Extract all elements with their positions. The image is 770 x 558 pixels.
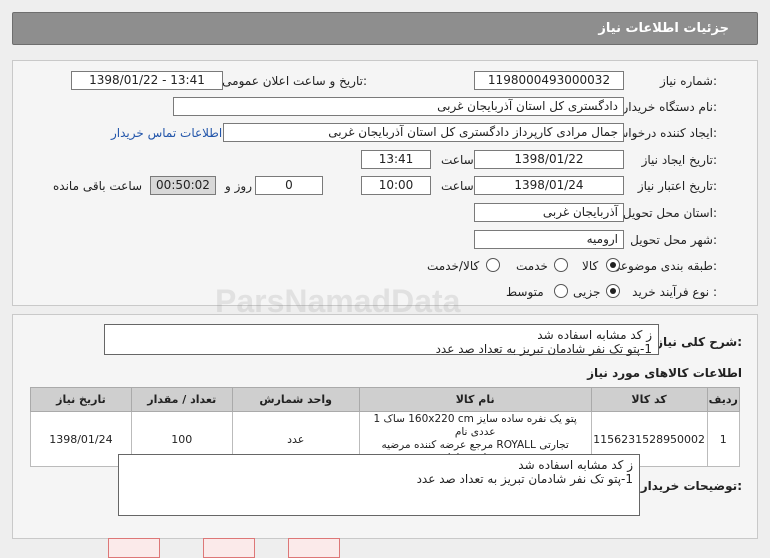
buyer-notes-label: توضیحات خریدار: <box>640 479 742 493</box>
buyer-notes-line-2: 1-پتو تک نفر شادمان تبریز به تعداد صد عد… <box>416 472 633 486</box>
process-medium-label: متوسط <box>506 285 544 299</box>
need-number-field: 1198000493000032 <box>474 71 624 90</box>
general-description-label: شرح کلی نیاز: <box>656 335 742 349</box>
col-name: نام کالا <box>358 387 592 412</box>
page-title: جزئیات اطلاعات نیاز <box>598 21 729 36</box>
created-date-field: 1398/01/22 <box>474 150 624 169</box>
items-section-title: اطلاعات کالاهای مورد نیاز <box>587 366 742 380</box>
bottom-button-2[interactable] <box>203 538 255 558</box>
validity-time-field: 10:00 <box>361 176 431 195</box>
validity-date-label: تاریخ اعتبار نیاز: <box>637 179 717 193</box>
page-header: جزئیات اطلاعات نیاز <box>12 12 758 45</box>
announce-field: 1398/01/22 - 13:41 <box>71 71 223 90</box>
created-date-label: تاریخ ایجاد نیاز: <box>641 153 717 167</box>
remaining-label: ساعت باقی مانده <box>53 179 143 193</box>
category-service-radio[interactable] <box>554 258 568 272</box>
need-info-panel: شماره نیاز: 1198000493000032 تاریخ و ساع… <box>12 60 758 306</box>
bottom-button-3[interactable] <box>288 538 340 558</box>
days-label: روز و <box>225 179 252 193</box>
process-minor-label: جزیی <box>573 285 601 299</box>
col-date: تاریخ نیاز <box>30 387 132 412</box>
process-medium-radio[interactable] <box>554 284 568 298</box>
category-service-label: خدمت <box>516 259 548 273</box>
announce-label: تاریخ و ساعت اعلان عمومی: <box>222 74 367 88</box>
province-label: استان محل تحویل: <box>622 206 717 220</box>
city-field: ارومیه <box>474 230 624 249</box>
items-table-header: ردیف کد کالا نام کالا واحد شمارش تعداد /… <box>30 387 741 412</box>
category-both-radio[interactable] <box>486 258 500 272</box>
category-goods-label: کالا <box>582 259 599 273</box>
created-time-label: ساعت <box>441 153 474 167</box>
row-index: 1 <box>706 411 741 467</box>
city-label: شهر محل تحویل: <box>630 233 717 247</box>
validity-date-field: 1398/01/24 <box>474 176 624 195</box>
col-qty: تعداد / مقدار <box>130 387 233 412</box>
col-code: کد کالا <box>590 387 708 412</box>
general-description-box: ز کد مشابه اسفاده شد 1-پتو تک نفر شادمان… <box>104 324 659 356</box>
col-unit: واحد شمارش <box>231 387 360 412</box>
col-index: ردیف <box>706 387 741 412</box>
category-both-label: کالا/خدمت <box>427 259 480 273</box>
buyer-notes-line-1: ز کد مشابه اسفاده شد <box>518 458 633 472</box>
process-minor-radio[interactable] <box>606 284 620 298</box>
province-field: آذربایجان غربی <box>474 203 624 222</box>
created-time-field: 13:41 <box>361 150 431 169</box>
category-label: طبقه بندی موضوعی: <box>610 259 717 273</box>
row-name-line-1: پتو یک نفره ساده سایز 160x220 cm ساک 1 ع… <box>373 413 577 438</box>
validity-time-label: ساعت <box>441 179 474 193</box>
process-label: نوع فرآیند خرید : <box>632 285 717 299</box>
need-number-label: شماره نیاز: <box>659 74 717 88</box>
description-line-2: 1-پتو تک نفر شادمان تبریز به تعداد صد عد… <box>435 342 652 356</box>
row-date: 1398/01/24 <box>30 411 132 467</box>
bottom-button-1[interactable] <box>108 538 160 558</box>
days-remaining-field: 0 <box>255 176 323 195</box>
description-line-1: ز کد مشابه اسفاده شد <box>537 328 652 342</box>
requester-field: جمال مرادی کارپرداز دادگستری کل استان آذ… <box>223 123 624 142</box>
contact-buyer-link[interactable]: اطلاعات تماس خریدار <box>111 126 222 140</box>
buyer-org-field: دادگستری کل استان آذربایجان غربی <box>173 97 624 116</box>
buyer-notes-box: ز کد مشابه اسفاده شد 1-پتو تک نفر شادمان… <box>118 454 640 516</box>
category-goods-radio[interactable] <box>606 258 620 272</box>
remaining-time-field: 00:50:02 <box>150 176 216 195</box>
buyer-org-label: نام دستگاه خریدار: <box>622 100 718 114</box>
